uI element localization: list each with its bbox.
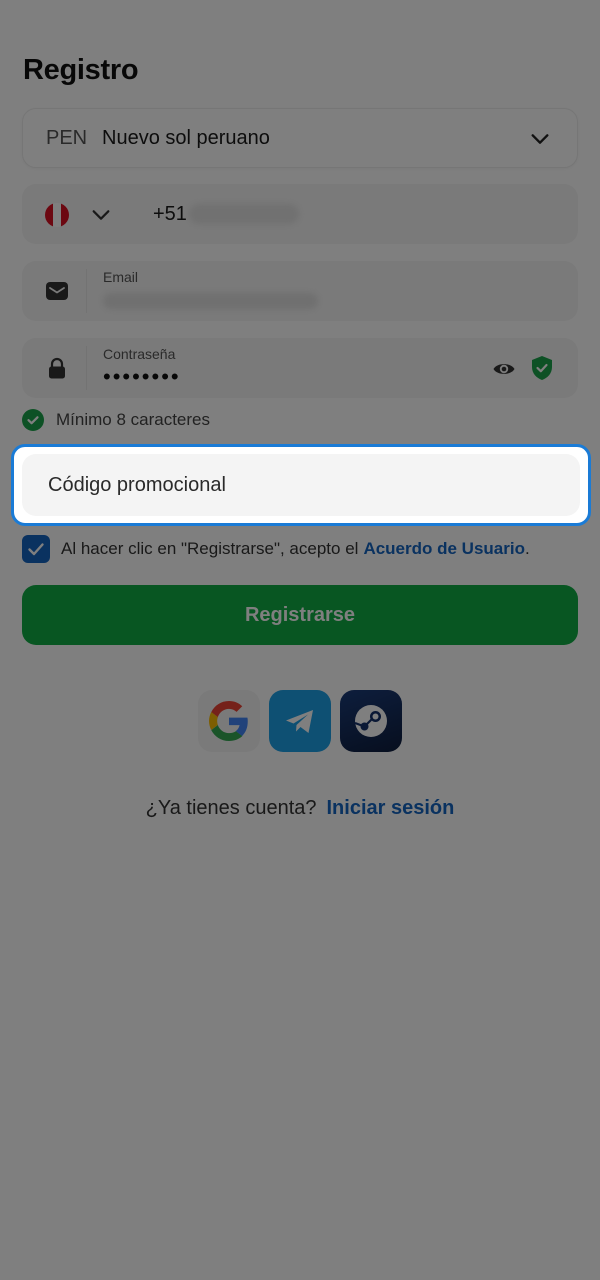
lock-icon [49,357,65,379]
check-circle-icon [22,409,44,431]
login-link[interactable]: Iniciar sesión [327,797,455,819]
phone-prefix: +51 [153,203,187,225]
steam-icon [354,705,387,737]
promo-code-input[interactable] [22,454,580,516]
phone-field[interactable]: +51 [22,184,578,244]
password-requirement: Mínimo 8 caracteres [22,409,210,431]
currency-name: Nuevo sol peruano [102,127,270,149]
page-title: Registro [23,54,139,86]
email-value-redacted[interactable] [103,293,318,309]
agreement-row: Al hacer clic en "Registrarse", acepto e… [22,535,530,563]
google-login-button[interactable] [198,690,260,752]
eye-icon[interactable] [492,357,516,381]
user-agreement-link[interactable]: Acuerdo de Usuario [363,539,525,559]
promo-code-highlight [11,444,591,526]
password-label: Contraseña [103,346,176,362]
peru-flag-icon[interactable] [45,203,69,227]
login-prompt: ¿Ya tienes cuenta? Iniciar sesión [0,797,600,820]
agreement-text: Al hacer clic en "Registrarse", acepto e… [61,539,359,558]
password-requirement-text: Mínimo 8 caracteres [56,410,210,429]
currency-code: PEN [46,127,88,149]
agreement-period: . [524,539,530,558]
registration-page: Registro PEN Nuevo sol peruano +51 Email… [0,0,600,1280]
telegram-icon [286,710,313,733]
divider [86,269,87,313]
phone-number-redacted[interactable] [189,204,299,224]
telegram-login-button[interactable] [269,690,331,752]
steam-login-button[interactable] [340,690,402,752]
shield-check-icon [532,356,552,380]
agreement-checkbox[interactable] [22,535,50,563]
divider [86,346,87,390]
check-icon [28,543,44,556]
mail-icon [46,282,68,300]
email-field[interactable]: Email [22,261,578,321]
login-question: ¿Ya tienes cuenta? [145,797,317,819]
chevron-down-icon[interactable] [90,204,112,226]
chevron-down-icon [531,134,549,144]
register-button[interactable]: Registrarse [22,585,578,645]
email-label: Email [103,269,139,285]
currency-select[interactable]: PEN Nuevo sol peruano [22,108,578,168]
password-value[interactable]: •••••••• [103,364,181,390]
password-field[interactable]: Contraseña •••••••• [22,338,578,398]
google-icon [209,701,248,741]
